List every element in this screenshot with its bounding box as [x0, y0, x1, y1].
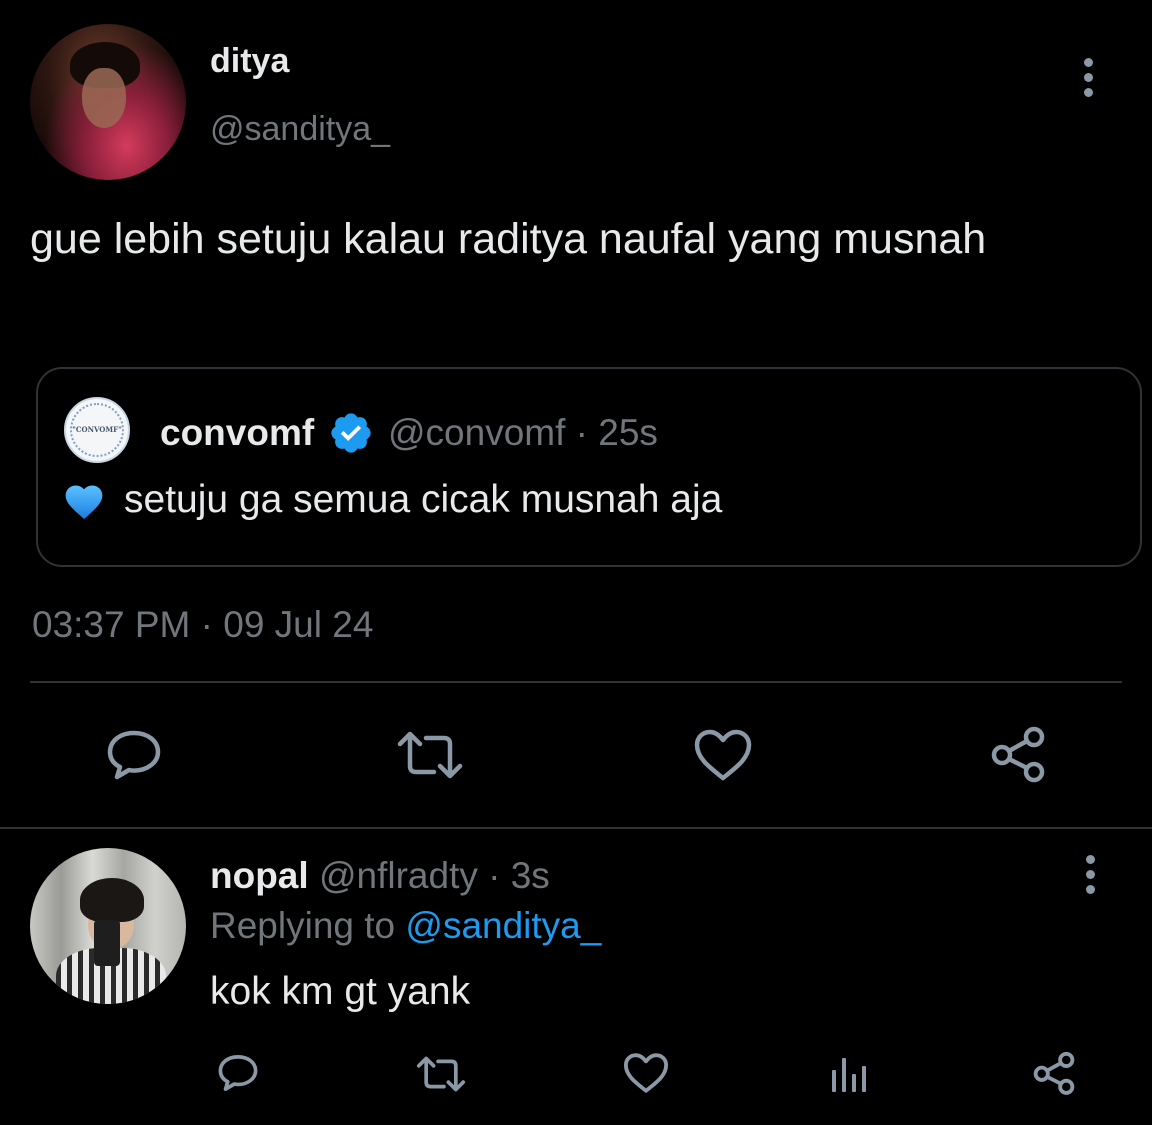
share-icon[interactable]	[988, 724, 1048, 784]
blue-heart-icon	[62, 480, 106, 524]
retweet-icon[interactable]	[414, 1054, 468, 1094]
reply-tweet-handle-time[interactable]: @nflradty · 3s	[309, 855, 550, 896]
more-vertical-icon[interactable]	[1084, 855, 1096, 900]
retweet-icon[interactable]	[396, 728, 464, 782]
verified-badge-icon	[328, 410, 374, 456]
more-vertical-icon[interactable]	[1082, 58, 1094, 103]
views-icon[interactable]	[830, 1054, 870, 1094]
main-tweet-avatar[interactable]	[30, 24, 186, 180]
reply-tweet-header: nopal @nflradty · 3s	[210, 855, 550, 897]
like-icon[interactable]	[692, 728, 754, 782]
reply-icon[interactable]	[104, 728, 164, 782]
avatar-face	[82, 68, 126, 128]
replying-to-handle-link[interactable]: @sanditya_	[405, 905, 601, 946]
replying-to-label: Replying to	[210, 905, 406, 946]
quoted-tweet-display-name[interactable]: convomf	[160, 412, 314, 454]
replying-to-line: Replying to @sanditya_	[210, 905, 601, 947]
main-tweet-handle[interactable]: @sanditya_	[210, 110, 390, 149]
avatar-phone	[94, 920, 120, 966]
main-tweet-timestamp[interactable]: 03:37 PM · 09 Jul 24	[32, 604, 373, 646]
quoted-tweet-avatar[interactable]: "CONVOMF"	[64, 397, 130, 463]
reply-tweet-text: kok km gt yank	[210, 970, 471, 1013]
share-icon[interactable]	[1030, 1050, 1078, 1096]
divider	[0, 827, 1152, 829]
quoted-tweet-card[interactable]	[36, 367, 1142, 567]
quoted-tweet-handle-time[interactable]: @convomf · 25s	[388, 412, 658, 454]
reply-tweet-display-name[interactable]: nopal	[210, 855, 309, 896]
avatar-hair	[80, 878, 144, 922]
main-tweet-display-name[interactable]: ditya	[210, 42, 289, 81]
like-icon[interactable]	[622, 1052, 670, 1094]
reply-tweet-avatar[interactable]	[30, 848, 186, 1004]
main-tweet-text: gue lebih setuju kalau raditya naufal ya…	[30, 215, 987, 263]
quoted-tweet-text: setuju ga semua cicak musnah aja	[124, 478, 723, 521]
reply-icon[interactable]	[216, 1052, 260, 1094]
avatar-logo-text: "CONVOMF"	[72, 425, 122, 434]
divider	[30, 681, 1122, 683]
